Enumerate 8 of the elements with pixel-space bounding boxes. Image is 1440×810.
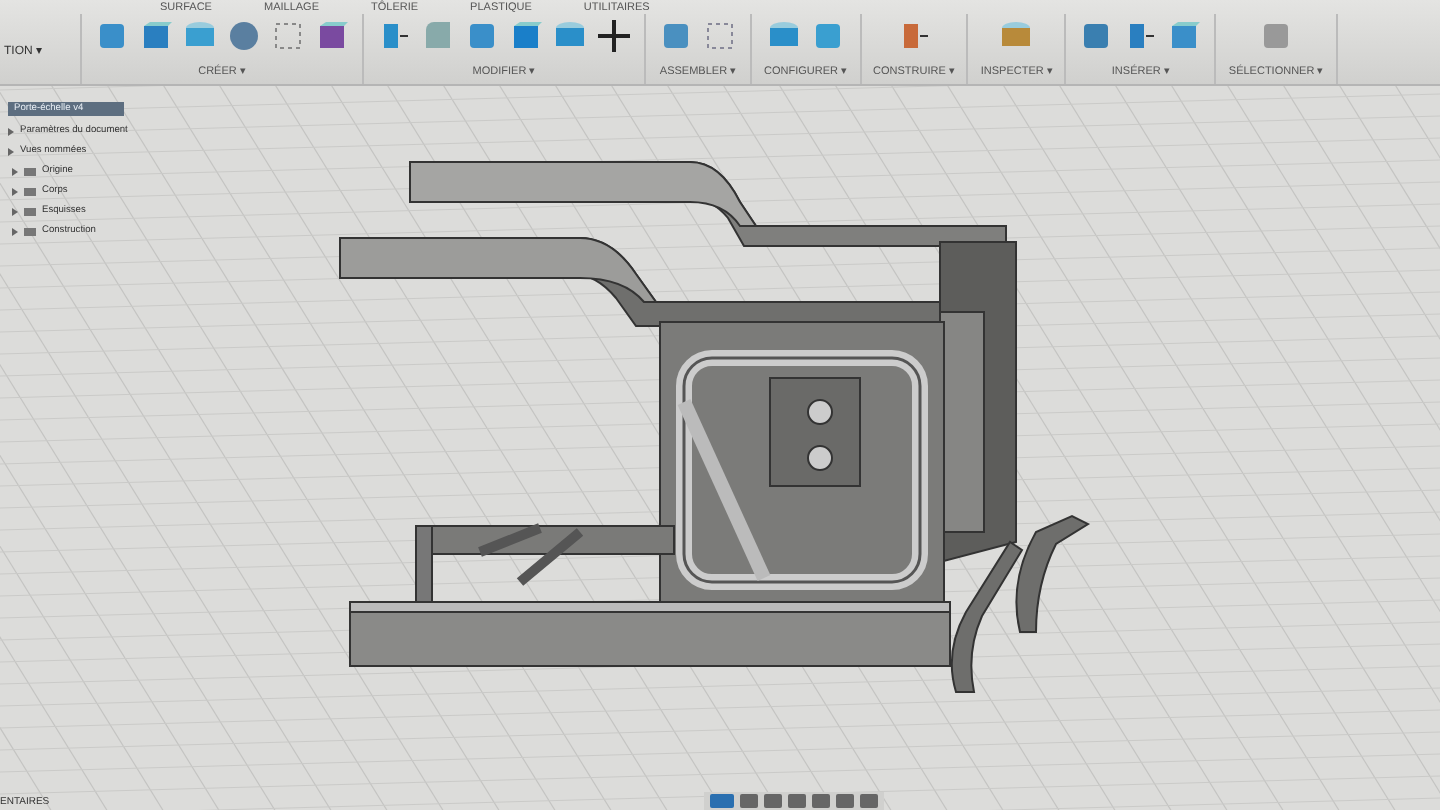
- expand-icon[interactable]: [12, 167, 18, 175]
- expand-icon[interactable]: [12, 227, 18, 235]
- expand-icon[interactable]: [8, 127, 14, 135]
- expand-icon[interactable]: [8, 147, 14, 155]
- expand-icon[interactable]: [12, 207, 18, 215]
- expand-icon[interactable]: [12, 187, 18, 195]
- navigation-bar[interactable]: [704, 792, 884, 810]
- tool-icon[interactable]: [596, 18, 632, 54]
